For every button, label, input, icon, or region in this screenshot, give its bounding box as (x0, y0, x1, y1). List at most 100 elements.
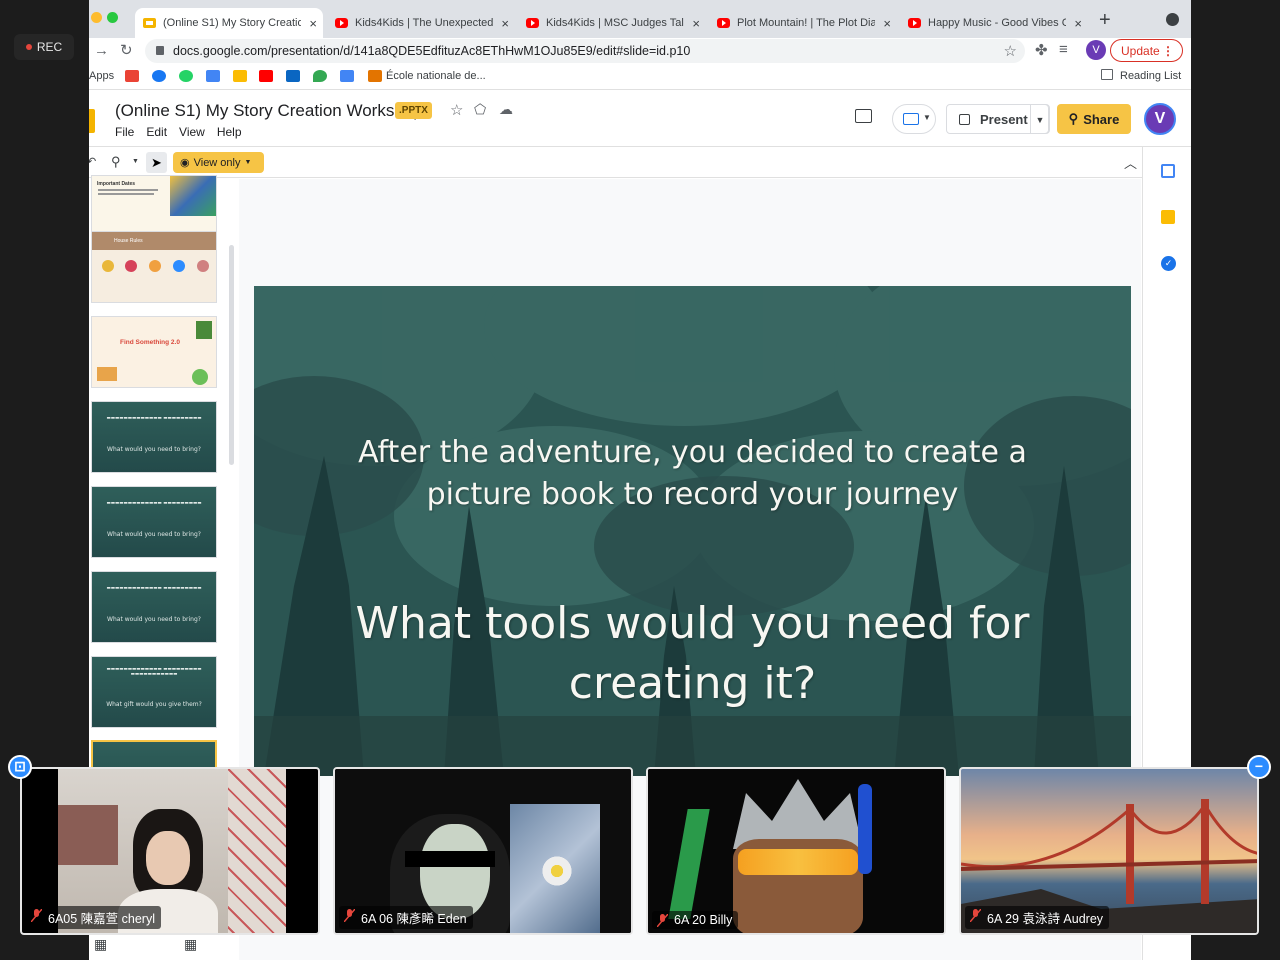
slide-thumbnail[interactable]: ▬▬▬▬▬▬▬▬▬▬▬▬▬ ▬▬▬▬▬▬▬▬▬ What would you n… (91, 571, 217, 643)
video-tile[interactable]: 6A 29 袁泳詩 Audrey (959, 767, 1259, 935)
comments-icon[interactable] (855, 109, 872, 123)
minimize-videos-icon[interactable]: − (1247, 755, 1271, 779)
bookmark-star-icon[interactable]: ☆ (1004, 42, 1017, 60)
cloud-status-icon[interactable]: ☁ (499, 101, 513, 118)
reading-list-icon (1101, 69, 1113, 80)
tab-plot-mountain[interactable]: Plot Mountain! | The Plot Dia × (709, 8, 897, 38)
forward-icon[interactable]: → (94, 42, 109, 59)
tasks-icon[interactable]: ✓ (1161, 256, 1176, 271)
translate-bookmark-icon[interactable] (340, 70, 354, 82)
tab-happy-music[interactable]: Happy Music - Good Vibes C × (900, 8, 1088, 38)
minimize-window-button[interactable] (91, 12, 102, 23)
swap-view-icon[interactable]: ⊡ (8, 755, 32, 779)
calendar-icon[interactable] (1161, 164, 1175, 178)
apps-bookmark[interactable]: Apps (89, 70, 114, 82)
present-dropdown[interactable]: ▼ (1030, 104, 1050, 134)
muted-mic-icon (344, 909, 355, 922)
rec-label: REC (36, 40, 63, 54)
share-label: Share (1083, 111, 1120, 127)
close-tab-icon[interactable]: × (501, 16, 509, 31)
update-button[interactable]: Update ⋮ (1110, 39, 1183, 62)
tab-kids4kids-judges[interactable]: Kids4Kids | MSC Judges Talk × (518, 8, 706, 38)
more-vert-icon: ⋮ (1162, 43, 1174, 58)
record-dot-icon (25, 44, 32, 50)
address-bar[interactable]: docs.google.com/presentation/d/141a8QDE5… (145, 39, 1025, 63)
close-tab-icon[interactable]: × (692, 16, 700, 31)
maximize-window-button[interactable] (107, 12, 118, 23)
profile-avatar[interactable]: V (1086, 40, 1106, 60)
participant-name: 6A 06 陳彥睎 Eden (361, 912, 467, 926)
media-control-icon[interactable]: ≡ (1059, 41, 1068, 58)
present-label: Present (980, 111, 1028, 127)
dropdown-arrow-icon: ▼ (244, 159, 252, 166)
drive-bookmark-icon[interactable] (233, 70, 247, 82)
calendar-bookmark-icon[interactable] (206, 70, 220, 82)
zoom-dropdown-icon[interactable]: ▼ (132, 158, 139, 165)
gmail-bookmark-icon[interactable] (125, 70, 139, 82)
thumbnail-title: Important Dates (97, 181, 136, 187)
zoom-icon[interactable]: ⚲ (111, 154, 121, 170)
participant-name-label: 6A 29 袁泳詩 Audrey (965, 906, 1110, 929)
menu-help[interactable]: Help (217, 125, 242, 139)
slide-thumbnail[interactable]: Find Something 2.0 (91, 316, 217, 388)
close-tab-icon[interactable]: × (883, 16, 891, 31)
meet-present-button[interactable]: ▼ (892, 104, 936, 134)
menu-file[interactable]: File (115, 125, 134, 139)
bookmarks-bar: Apps École nationale de... Reading List (89, 64, 1191, 90)
account-avatar[interactable]: V (1144, 103, 1176, 135)
slide-thumbnail[interactable]: ▬▬▬▬▬▬▬▬▬▬▬▬▬ ▬▬▬▬▬▬▬▬▬ ▬▬▬▬▬▬▬▬▬▬▬ What… (91, 656, 217, 728)
tab-kids4kids-unexpected[interactable]: Kids4Kids | The Unexpected × (327, 8, 515, 38)
tab-bar: (Online S1) My Story Creatio × Kids4Kids… (89, 0, 1191, 38)
close-tab-icon[interactable]: × (1074, 16, 1082, 31)
filmstrip-scrollbar[interactable] (229, 245, 234, 465)
slide-thumbnail[interactable]: ▬▬▬▬▬▬▬▬▬▬▬▬▬ ▬▬▬▬▬▬▬▬▬ What would you n… (91, 401, 217, 473)
slides-toolbar: ↶ ⚲ ▼ ➤ ◉ View only ▼ ︿ (89, 148, 1191, 178)
youtube-bookmark-icon[interactable] (259, 70, 273, 82)
current-slide: After the adventure, you decided to crea… (254, 286, 1131, 776)
participant-name: 6A 20 Billy (674, 913, 733, 927)
star-icon[interactable]: ☆ (450, 101, 463, 119)
new-tab-button[interactable]: + (1099, 9, 1111, 32)
youtube-favicon-icon (908, 18, 921, 28)
video-tile[interactable]: 6A 06 陳彥睎 Eden (333, 767, 633, 935)
linkedin-bookmark-icon[interactable] (286, 70, 300, 82)
tab-story-workshop[interactable]: (Online S1) My Story Creatio × (135, 8, 323, 38)
extensions-icon[interactable]: ✤ (1035, 41, 1048, 59)
maps-bookmark-icon[interactable] (313, 70, 327, 82)
tab-title: Plot Mountain! | The Plot Dia (737, 17, 875, 29)
participant-name-label: 6A 06 陳彥睎 Eden (339, 906, 473, 929)
ecole-bookmark[interactable]: École nationale de... (386, 70, 486, 82)
filmstrip-view-icon[interactable]: ▦ (184, 936, 197, 953)
slide-intro-text: After the adventure, you decided to crea… (358, 435, 1027, 512)
slide-thumbnail[interactable]: House Rules (91, 231, 217, 303)
present-icon (959, 114, 970, 125)
menu-view[interactable]: View (179, 125, 205, 139)
collapse-menus-icon[interactable]: ︿ (1124, 153, 1137, 172)
move-to-drive-icon[interactable]: ⬠ (474, 101, 486, 118)
reading-list-link[interactable]: Reading List (1120, 70, 1181, 82)
update-label: Update (1121, 43, 1160, 58)
reload-icon[interactable]: ↻ (120, 41, 133, 59)
thumbnail-prompt: What would you need to bring? (107, 446, 201, 453)
view-only-button[interactable]: ◉ View only ▼ (173, 152, 264, 173)
keep-icon[interactable] (1161, 210, 1175, 224)
facebook-bookmark-icon[interactable] (152, 70, 166, 82)
menu-edit[interactable]: Edit (146, 125, 167, 139)
thumbnail-prompt: What would you need to bring? (107, 616, 201, 623)
undo-icon[interactable]: ↶ (89, 155, 96, 168)
video-tile[interactable]: 6A 20 Billy (646, 767, 946, 935)
share-button[interactable]: ⚲ Share (1057, 104, 1131, 134)
slides-logo-icon[interactable] (89, 109, 95, 133)
video-tile[interactable]: 6A05 陳嘉萱 cheryl (20, 767, 320, 935)
tab-search-icon[interactable] (1166, 13, 1179, 26)
youtube-favicon-icon (526, 18, 539, 28)
document-title[interactable]: (Online S1) My Story Creation Workshop (115, 101, 423, 121)
lock-icon (156, 46, 164, 55)
whatsapp-bookmark-icon[interactable] (179, 70, 193, 82)
tab-title: Happy Music - Good Vibes C (928, 17, 1066, 29)
slide-thumbnail[interactable]: ▬▬▬▬▬▬▬▬▬▬▬▬▬ ▬▬▬▬▬▬▬▬▬ What would you n… (91, 486, 217, 558)
select-cursor-icon[interactable]: ➤ (146, 152, 167, 173)
grid-view-icon[interactable]: ▦ (94, 936, 107, 953)
close-tab-icon[interactable]: × (309, 16, 317, 31)
slides-header: (Online S1) My Story Creation Workshop .… (89, 91, 1191, 147)
